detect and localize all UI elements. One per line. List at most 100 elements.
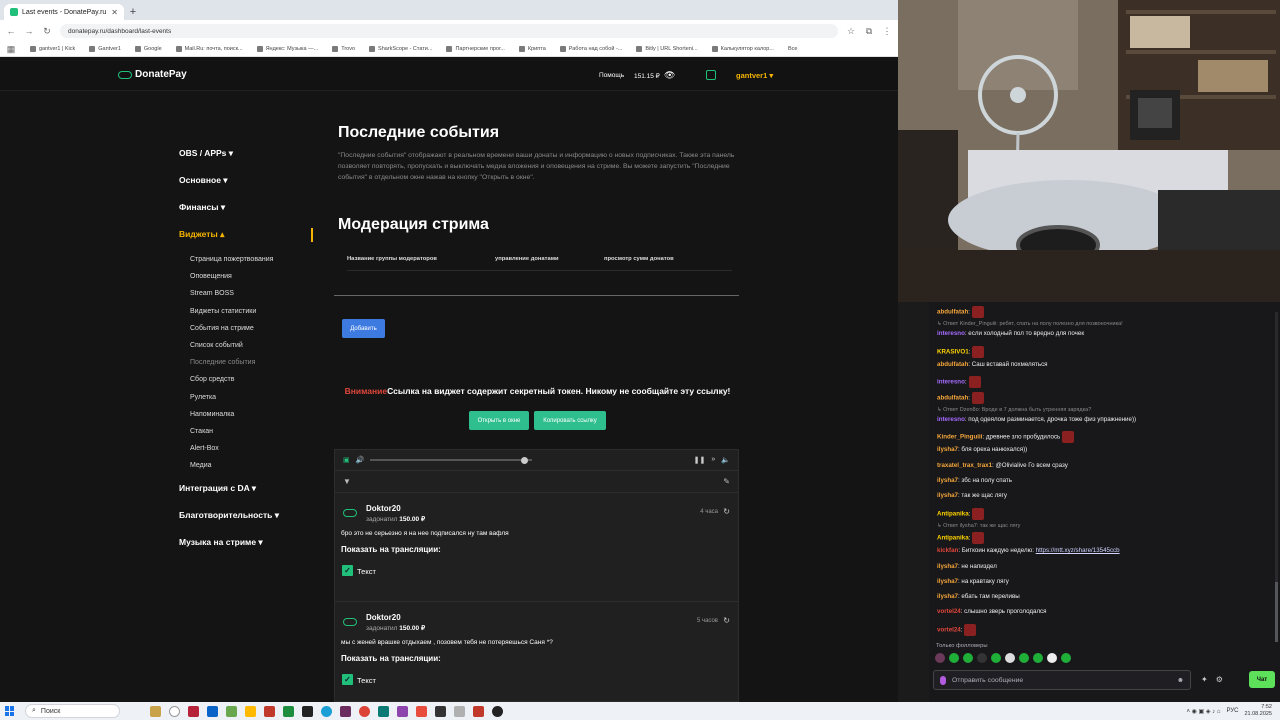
emote-icon[interactable] xyxy=(949,653,959,663)
chat-username[interactable]: ilysha7 xyxy=(937,446,958,453)
apps-grid-icon[interactable]: ▦ xyxy=(6,44,16,55)
app-icon[interactable] xyxy=(340,705,351,717)
sidebar-item[interactable]: Последние события xyxy=(179,356,319,373)
task-view-icon[interactable] xyxy=(169,705,180,717)
close-tab-icon[interactable]: ✕ xyxy=(111,8,118,17)
chat-username[interactable]: Antipanika xyxy=(937,535,969,542)
pause-icon[interactable]: ❚❚ xyxy=(694,456,706,464)
emote-icon[interactable] xyxy=(991,653,1001,663)
text-checkbox[interactable]: ✓ xyxy=(342,565,353,576)
sidebar-section[interactable]: Основное ▾ xyxy=(179,172,319,199)
chat-username[interactable]: vortel24 xyxy=(937,608,961,615)
emote-icon[interactable] xyxy=(1047,653,1057,663)
chrome-icon[interactable] xyxy=(359,705,370,717)
reload-icon[interactable]: ↻ xyxy=(42,26,52,37)
sidebar-item[interactable]: Рулетка xyxy=(179,391,319,408)
bookmark-star-icon[interactable]: ☆ xyxy=(846,26,856,37)
bookmark-item[interactable]: SharkScope - Стати... xyxy=(369,46,432,52)
menu-icon[interactable]: ⋮ xyxy=(882,26,892,37)
app-icon[interactable] xyxy=(378,705,389,717)
sidebar-item[interactable]: События на стриме xyxy=(179,322,319,339)
chat-username[interactable]: ilysha7 xyxy=(937,492,958,499)
bookmark-item[interactable]: Яндекс: Музыка —... xyxy=(256,46,318,52)
app-icon[interactable] xyxy=(473,705,484,717)
new-tab-button[interactable]: + xyxy=(124,4,142,20)
bookmark-item[interactable]: Партнерские прог... xyxy=(446,46,505,52)
sidebar-section[interactable]: Интеграция с DA ▾ xyxy=(179,480,319,507)
sidebar-item[interactable]: Страница пожертвования xyxy=(179,253,319,270)
chat-scrollbar[interactable] xyxy=(1275,312,1278,642)
chat-username[interactable]: traxatel_trax_trax1 xyxy=(937,462,992,469)
slider-thumb[interactable] xyxy=(520,456,528,464)
gear-icon[interactable]: ⚙ xyxy=(1216,675,1223,684)
replay-icon[interactable]: ↻ xyxy=(723,507,730,516)
chat-username[interactable]: abdulfatah xyxy=(937,394,968,401)
chat-username[interactable]: interesno xyxy=(937,330,965,337)
windows-start-icon[interactable] xyxy=(5,706,15,716)
emote-icon[interactable] xyxy=(935,653,945,663)
bookmark-item[interactable]: Mail.Ru: почта, поиск... xyxy=(175,46,243,52)
mute-icon[interactable]: 🔈 xyxy=(721,456,730,464)
help-link[interactable]: Помощь xyxy=(599,72,624,79)
emote-icon[interactable] xyxy=(1061,653,1071,663)
donatepay-logo[interactable]: DonatePay xyxy=(118,69,187,80)
emote-icon[interactable] xyxy=(1019,653,1029,663)
chat-username[interactable]: interesno xyxy=(937,416,965,423)
add-button[interactable]: Добавить xyxy=(342,319,385,338)
bookmark-item[interactable]: Trovo xyxy=(332,46,355,52)
sidebar-section[interactable]: Финансы ▾ xyxy=(179,199,319,226)
app-icon[interactable] xyxy=(150,705,161,717)
bookmark-item[interactable]: Работа над собой -... xyxy=(559,46,622,52)
filter-icon[interactable]: ▼ xyxy=(343,477,351,486)
clock[interactable]: 7:52 21.08.2025 xyxy=(1244,704,1272,718)
replay-icon[interactable]: ↻ xyxy=(723,616,730,625)
browser-tab[interactable]: Last events - DonatePay.ru ✕ xyxy=(4,4,124,20)
sidebar-section[interactable]: Благотворительность ▾ xyxy=(179,507,319,534)
volume-slider[interactable] xyxy=(370,456,533,464)
sidebar-section[interactable]: Музыка на стриме ▾ xyxy=(179,534,319,561)
chat-username[interactable]: ilysha7 xyxy=(937,593,958,600)
sidebar-item[interactable]: Alert-Box xyxy=(179,442,319,459)
yandex-icon[interactable] xyxy=(416,705,427,717)
emote-icon[interactable] xyxy=(1033,653,1043,663)
chat-username[interactable]: ilysha7 xyxy=(937,578,958,585)
emote-icon[interactable] xyxy=(963,653,973,663)
sidebar-item[interactable]: Список событий xyxy=(179,339,319,356)
chat-username[interactable]: ilysha7 xyxy=(937,563,958,570)
bookmark-item[interactable]: Крипта xyxy=(518,46,546,52)
sidebar-item[interactable]: Медиа xyxy=(179,459,319,476)
explorer-icon[interactable] xyxy=(245,705,256,717)
media-icon[interactable]: ▣ xyxy=(343,456,350,464)
chat-input[interactable]: Отправить сообщение ☻ xyxy=(933,670,1191,690)
sidebar-item[interactable]: Stream BOSS xyxy=(179,287,319,304)
bookmark-item[interactable]: Калькулятор калор... xyxy=(711,46,774,52)
sidebar-item[interactable]: Оповещения xyxy=(179,270,319,287)
chat-send-button[interactable]: Чат xyxy=(1249,671,1275,688)
app-icon[interactable] xyxy=(454,705,465,717)
settings-icon[interactable]: ✎ xyxy=(723,477,730,486)
chat-username[interactable]: ilysha7 xyxy=(937,477,958,484)
app-icon[interactable] xyxy=(226,705,237,717)
edge-icon[interactable] xyxy=(321,705,332,717)
gift-icon[interactable] xyxy=(706,70,716,80)
chat-username[interactable]: abdulfatah xyxy=(937,361,968,368)
bookmarks-more[interactable]: Все xyxy=(788,46,797,52)
app-icon[interactable] xyxy=(435,705,446,717)
extensions-icon[interactable]: ⧉ xyxy=(864,26,874,37)
chat-username[interactable]: interesno xyxy=(937,379,965,386)
emote-icon[interactable] xyxy=(1005,653,1015,663)
chat-username[interactable]: abdulfatah xyxy=(937,309,968,316)
language-indicator[interactable]: РУС xyxy=(1226,708,1238,714)
app-icon[interactable] xyxy=(397,705,408,717)
sidebar-item[interactable]: Виджеты статистики xyxy=(179,305,319,322)
app-icon[interactable] xyxy=(283,705,294,717)
emote-icon[interactable] xyxy=(977,653,987,663)
bookmark-item[interactable]: Google xyxy=(134,46,162,52)
sidebar-item[interactable]: Стакан xyxy=(179,425,319,442)
app-icon[interactable] xyxy=(264,705,275,717)
taskbar-search[interactable]: ⌕ Поиск xyxy=(25,704,120,718)
text-checkbox[interactable]: ✓ xyxy=(342,674,353,685)
chat-username[interactable]: KRASIVO1 xyxy=(937,348,969,355)
user-menu[interactable]: gantver1 ▾ xyxy=(736,71,773,80)
chat-username[interactable]: kickfan xyxy=(937,547,958,554)
